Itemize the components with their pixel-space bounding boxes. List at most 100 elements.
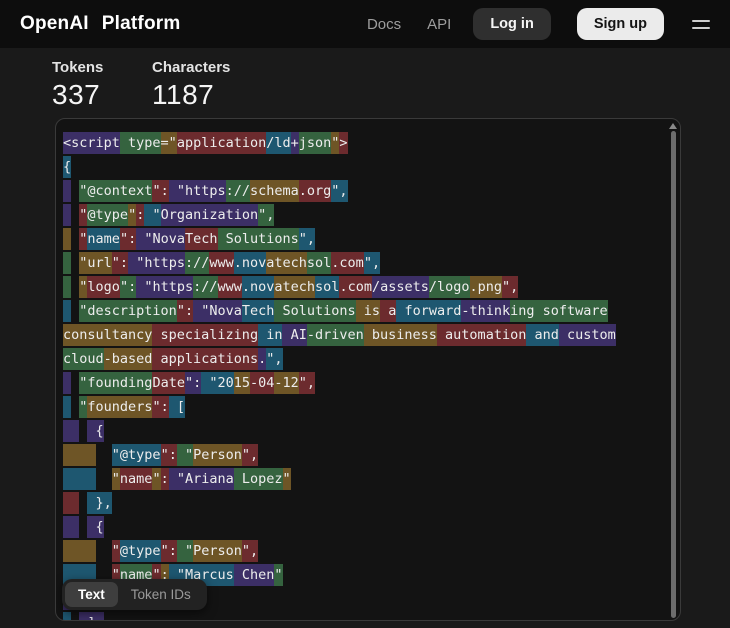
code-line: { <box>63 419 666 443</box>
header-nav: Docs API Log in Sign up <box>367 8 710 40</box>
token: www <box>209 252 233 274</box>
token: " <box>283 468 291 490</box>
code-line: "url": "https://www.novatechsol.com", <box>63 251 666 275</box>
token: /assets <box>372 276 429 298</box>
toggle-token-ids-button[interactable]: Token IDs <box>118 582 204 607</box>
token: <script <box>63 132 120 154</box>
token: automation <box>437 324 526 346</box>
token: @type <box>120 540 161 562</box>
code-line: <script type="application/ld+json"> <box>63 131 666 155</box>
token <box>63 540 96 562</box>
token: forward <box>396 300 461 322</box>
toggle-text-button[interactable]: Text <box>65 582 118 607</box>
token: a <box>380 300 396 322</box>
token <box>96 444 112 466</box>
code-line: "@context": "https://schema.org", <box>63 179 666 203</box>
token: =" <box>161 132 177 154</box>
brand-platform: Platform <box>102 13 181 35</box>
token: "description <box>79 300 177 322</box>
token: -driven <box>307 324 364 346</box>
code-line: "founders": [ <box>63 395 666 419</box>
token: application <box>177 132 266 154</box>
token: "url <box>79 252 112 274</box>
token: ", <box>242 540 258 562</box>
token: { <box>63 156 71 178</box>
token: . <box>258 348 266 370</box>
token: Tech <box>185 228 218 250</box>
token <box>96 468 112 490</box>
nav-api[interactable]: API <box>427 16 451 33</box>
token: specializing <box>152 324 258 346</box>
token: ", <box>364 252 380 274</box>
token: " <box>112 468 120 490</box>
signup-button[interactable]: Sign up <box>577 8 664 40</box>
code-line: "logo": "https://www.novatechsol.com/ass… <box>63 275 666 299</box>
token: "Ariana <box>169 468 234 490</box>
hamburger-menu-icon[interactable] <box>692 20 710 29</box>
token <box>63 372 71 394</box>
token: " <box>144 204 160 226</box>
token: 15 <box>234 372 250 394</box>
brand-logo[interactable]: OpenAI Platform <box>20 13 180 35</box>
token: " <box>177 444 193 466</box>
token: type <box>120 132 161 154</box>
token: Person <box>193 540 242 562</box>
token: }, <box>87 492 111 514</box>
code-line: }, <box>63 491 666 515</box>
token: atech <box>266 252 307 274</box>
token: "Nova <box>193 300 242 322</box>
token: logo <box>87 276 120 298</box>
token: name <box>120 468 153 490</box>
token: .com <box>339 276 372 298</box>
token: ": <box>185 372 201 394</box>
code-line: "@type": "Person", <box>63 539 666 563</box>
code-line: ], <box>63 611 666 621</box>
code-line: "description": "NovaTech Solutions is a … <box>63 299 666 323</box>
token: ": <box>112 252 128 274</box>
scrollbar[interactable] <box>671 131 676 618</box>
token: .org <box>299 180 332 202</box>
token: ing <box>510 300 534 322</box>
token: consultancy <box>63 324 152 346</box>
token <box>63 252 71 274</box>
token: "@type <box>112 444 161 466</box>
nav-docs[interactable]: Docs <box>367 16 401 33</box>
code-line: "name": "Ariana Lopez" <box>63 467 666 491</box>
token: { <box>87 420 103 442</box>
token: [ <box>169 396 185 418</box>
token: custom <box>559 324 616 346</box>
token-display[interactable]: <script type="application/ld+json">{ "@c… <box>56 119 680 621</box>
token: " <box>112 540 120 562</box>
token: " <box>274 564 282 586</box>
token: ": <box>152 396 168 418</box>
token: -04 <box>250 372 274 394</box>
token: ": <box>120 228 136 250</box>
token <box>63 228 71 250</box>
scrollbar-up-arrow-icon[interactable] <box>669 123 677 129</box>
brand-openai: OpenAI <box>20 13 89 35</box>
token: @type <box>87 204 128 226</box>
login-button[interactable]: Log in <box>473 8 551 40</box>
token <box>63 444 96 466</box>
token: sol <box>307 252 331 274</box>
token: ", <box>299 372 315 394</box>
characters-stat: Characters 1187 <box>152 59 252 118</box>
token: : <box>161 468 169 490</box>
token <box>63 396 71 418</box>
token: Person <box>193 444 242 466</box>
token: Chen <box>234 564 275 586</box>
token: ": <box>152 180 168 202</box>
token <box>63 180 71 202</box>
token: -based <box>104 348 153 370</box>
token: "https <box>136 276 193 298</box>
token: json <box>299 132 332 154</box>
code-line: "@type": "Person", <box>63 443 666 467</box>
token <box>63 420 79 442</box>
tokenizer-panel: <script type="application/ld+json">{ "@c… <box>55 118 681 621</box>
token: ], <box>79 612 103 621</box>
token: www <box>218 276 242 298</box>
token: ": <box>161 444 177 466</box>
token: Date <box>152 372 185 394</box>
token: .nov <box>242 276 275 298</box>
token: + <box>291 132 299 154</box>
